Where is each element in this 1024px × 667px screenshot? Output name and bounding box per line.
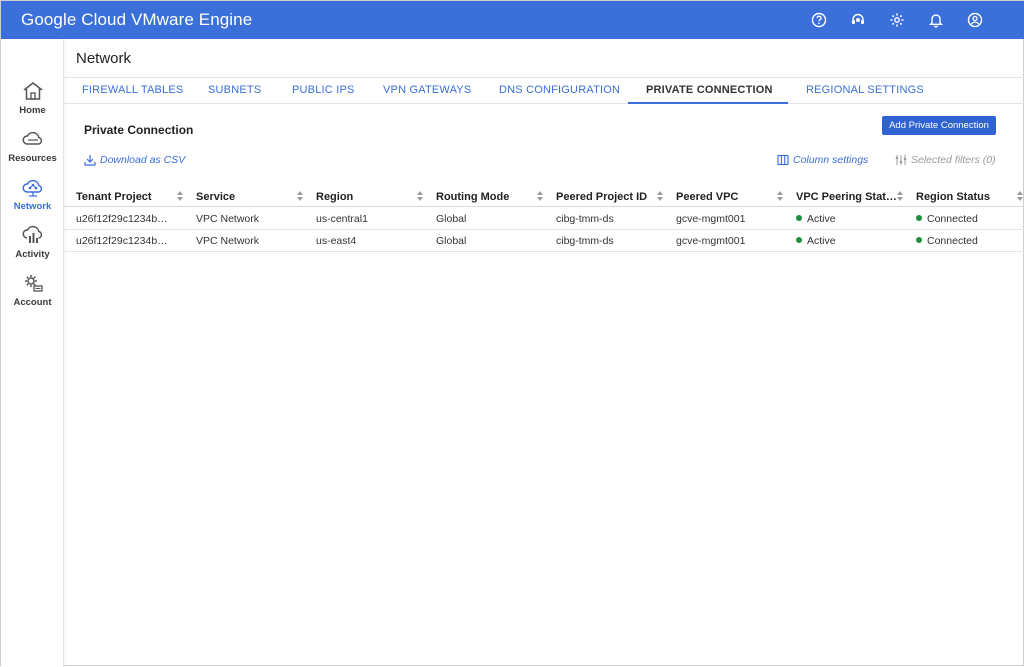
column-header-peered-project-id[interactable]: Peered Project ID — [556, 191, 647, 203]
column-header-routing-mode[interactable]: Routing Mode — [436, 191, 509, 203]
column-header-region-status[interactable]: Region Status — [916, 191, 990, 203]
cell-service: VPC Network — [196, 235, 260, 247]
nav-label: Home — [19, 105, 46, 116]
cell-peered-vpc: gcve-mgmt001 — [676, 235, 746, 247]
filter-sliders-icon — [895, 155, 907, 165]
column-settings-label: Column settings — [793, 154, 869, 166]
tab-regional-settings[interactable]: REGIONAL SETTINGS — [806, 84, 924, 96]
home-icon — [23, 82, 42, 100]
sort-icon[interactable] — [656, 190, 664, 202]
status-dot-icon — [796, 237, 802, 243]
sort-icon[interactable] — [896, 190, 904, 202]
tab-dns-configuration[interactable]: DNS CONFIGURATION — [499, 84, 620, 96]
column-header-vpc-peering-status[interactable]: VPC Peering Stat… — [796, 191, 897, 203]
account-gear-icon — [24, 275, 43, 292]
network-cloud-icon — [22, 179, 42, 197]
status-text: Connected — [927, 213, 978, 225]
cell-peered-project-id: cibg-tmm-ds — [556, 213, 614, 225]
column-header-peered-vpc[interactable]: Peered VPC — [676, 191, 738, 203]
status-text: Active — [807, 235, 836, 247]
selected-filters-link[interactable]: Selected filters (0) — [895, 154, 996, 166]
nav-item-network[interactable]: Network — [1, 175, 64, 212]
cell-peered-project-id: cibg-tmm-ds — [556, 235, 614, 247]
activity-icon — [22, 225, 42, 243]
cell-routing-mode: Global — [436, 213, 467, 225]
add-private-connection-button[interactable]: Add Private Connection — [882, 116, 996, 135]
tab-bar: FIREWALL TABLES SUBNETS PUBLIC IPS VPN G… — [64, 78, 1024, 104]
settings-icon[interactable] — [887, 10, 907, 30]
sort-icon[interactable] — [776, 190, 784, 202]
help-icon[interactable] — [809, 10, 829, 30]
app-window: Google Cloud VMware Engine Home Resource… — [0, 0, 1024, 667]
tab-public-ips[interactable]: PUBLIC IPS — [292, 84, 355, 96]
cell-peered-vpc: gcve-mgmt001 — [676, 213, 746, 225]
cell-routing-mode: Global — [436, 235, 467, 247]
cell-vpc-peering-status: Active — [796, 235, 836, 247]
left-nav: Home Resources Network Activity Account — [1, 39, 64, 667]
cell-tenant-project: u26f12f29c1234b… — [76, 235, 168, 247]
top-bar: Google Cloud VMware Engine — [1, 1, 1024, 39]
active-tab-indicator — [628, 102, 788, 104]
cell-vpc-peering-status: Active — [796, 213, 836, 225]
cell-service: VPC Network — [196, 213, 260, 225]
cloud-icon — [22, 131, 42, 145]
download-csv-link[interactable]: Download as CSV — [84, 154, 185, 166]
status-dot-icon — [916, 215, 922, 221]
column-header-region[interactable]: Region — [316, 191, 353, 203]
table-row[interactable]: u26f12f29c1234b… VPC Network us-east4 Gl… — [64, 230, 1024, 252]
status-text: Active — [807, 213, 836, 225]
column-header-tenant-project[interactable]: Tenant Project — [76, 191, 152, 203]
notifications-icon[interactable] — [926, 10, 946, 30]
tab-firewall-tables[interactable]: FIREWALL TABLES — [82, 84, 183, 96]
table-header: Tenant Project Service Region Routing Mo… — [64, 185, 1024, 207]
tab-private-connection[interactable]: PRIVATE CONNECTION — [646, 84, 773, 96]
cell-tenant-project: u26f12f29c1234b… — [76, 213, 168, 225]
column-settings-link[interactable]: Column settings — [777, 154, 868, 166]
sort-icon[interactable] — [176, 190, 184, 202]
support-icon[interactable] — [848, 10, 868, 30]
cell-region: us-central1 — [316, 213, 368, 225]
top-bar-icons — [809, 10, 985, 30]
sort-icon[interactable] — [296, 190, 304, 202]
sort-icon[interactable] — [1016, 190, 1024, 202]
section-title: Private Connection — [84, 123, 194, 137]
nav-label: Network — [13, 201, 52, 212]
nav-label: Resources — [8, 153, 57, 164]
tab-vpn-gateways[interactable]: VPN GATEWAYS — [383, 84, 471, 96]
status-dot-icon — [796, 215, 802, 221]
nav-label: Activity — [15, 249, 50, 260]
page-title: Network — [76, 50, 132, 67]
main-content: Network FIREWALL TABLES SUBNETS PUBLIC I… — [64, 39, 1024, 667]
download-csv-label: Download as CSV — [100, 154, 186, 166]
sort-icon[interactable] — [416, 190, 424, 202]
app-title: Google Cloud VMware Engine — [21, 10, 253, 29]
nav-item-account[interactable]: Account — [1, 271, 64, 308]
tab-subnets[interactable]: SUBNETS — [208, 84, 261, 96]
selected-filters-label: Selected filters (0) — [911, 154, 996, 166]
download-icon — [84, 155, 96, 166]
nav-item-home[interactable]: Home — [1, 79, 64, 116]
account-icon[interactable] — [965, 10, 985, 30]
columns-icon — [777, 154, 789, 166]
table-row[interactable]: u26f12f29c1234b… VPC Network us-central1… — [64, 208, 1024, 230]
cell-region: us-east4 — [316, 235, 357, 247]
status-text: Connected — [927, 235, 978, 247]
nav-item-activity[interactable]: Activity — [1, 223, 64, 260]
nav-label: Account — [13, 297, 52, 308]
sort-icon[interactable] — [536, 190, 544, 202]
column-header-service[interactable]: Service — [196, 191, 235, 203]
cell-region-status: Connected — [916, 235, 978, 247]
cell-region-status: Connected — [916, 213, 978, 225]
nav-item-resources[interactable]: Resources — [1, 127, 64, 164]
status-dot-icon — [916, 237, 922, 243]
